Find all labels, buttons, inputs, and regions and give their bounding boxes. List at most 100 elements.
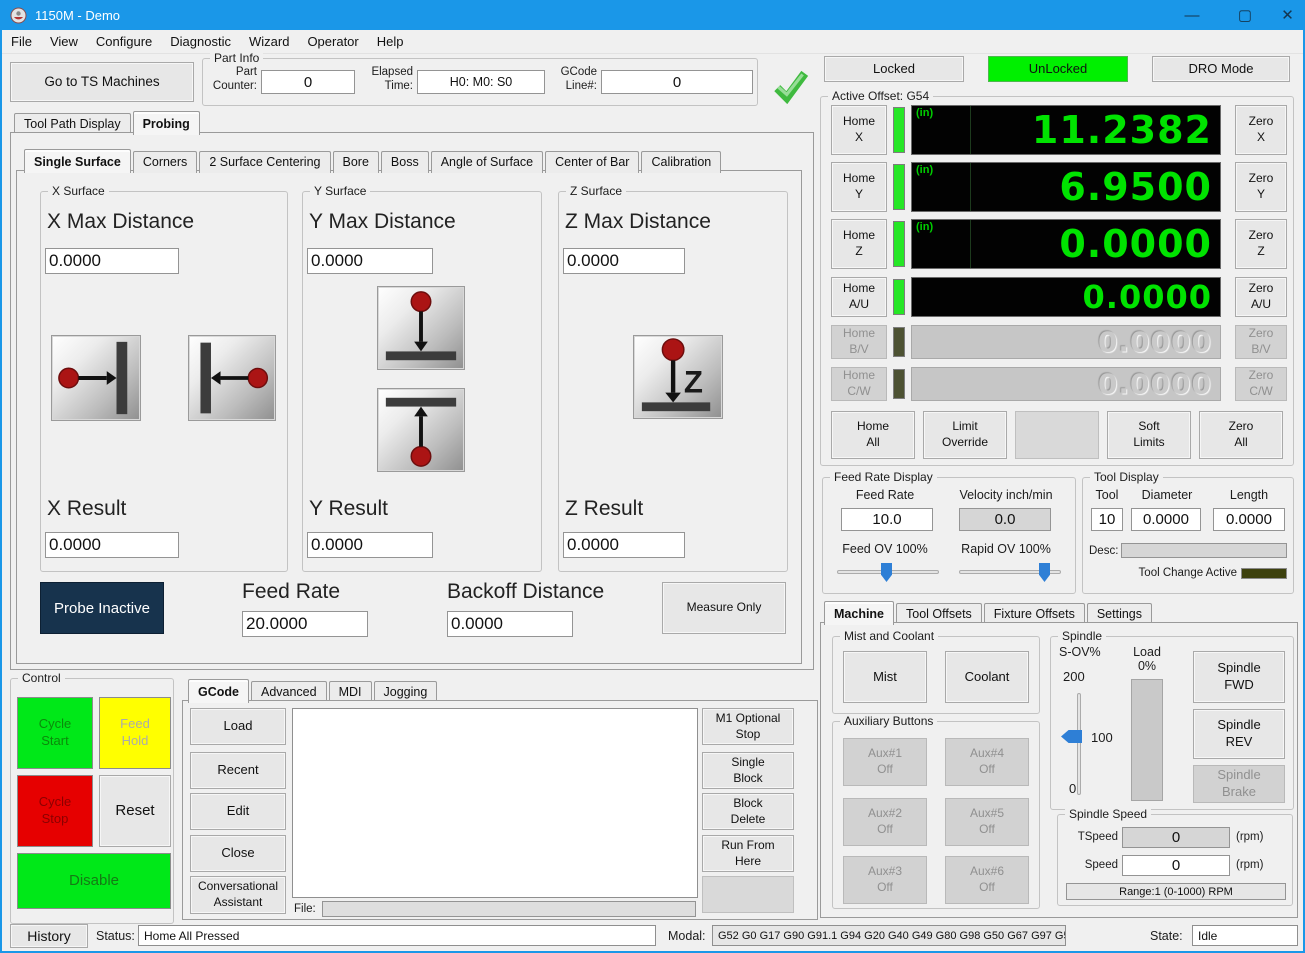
aux4-button[interactable]: Aux#4Off	[945, 738, 1029, 786]
home-au-button[interactable]: HomeA/U	[831, 277, 887, 317]
file-field	[322, 901, 696, 917]
zero-x-button[interactable]: ZeroX	[1235, 105, 1287, 155]
mist-button[interactable]: Mist	[843, 651, 927, 703]
aux6-button[interactable]: Aux#6Off	[945, 856, 1029, 904]
spindle-rev-button[interactable]: SpindleREV	[1193, 709, 1285, 759]
menu-diagnostic[interactable]: Diagnostic	[161, 31, 240, 52]
spindle-fwd-button[interactable]: SpindleFWD	[1193, 651, 1285, 703]
probing-tab-bore[interactable]: Bore	[333, 151, 379, 173]
disable-button[interactable]: Disable	[17, 853, 171, 909]
aux5-button[interactable]: Aux#5Off	[945, 798, 1029, 846]
feed-rate-field[interactable]: 10.0	[841, 508, 933, 531]
gcode-text-area[interactable]	[292, 708, 698, 898]
titlebar: 1150M - Demo — ▢ ✕	[2, 0, 1303, 30]
probe-z-minus-button[interactable]: Z	[633, 335, 723, 419]
feed-ov-slider-thumb[interactable]	[881, 563, 892, 582]
cycle-start-button[interactable]: CycleStart	[17, 697, 93, 769]
menu-configure[interactable]: Configure	[87, 31, 161, 52]
menu-help[interactable]: Help	[368, 31, 413, 52]
probing-tab-boss[interactable]: Boss	[381, 151, 429, 173]
probe-feed-rate-field[interactable]: 20.0000	[242, 611, 368, 637]
menu-file[interactable]: File	[2, 31, 41, 52]
x-result-label: X Result	[47, 497, 126, 521]
single-block-button[interactable]: SingleBlock	[702, 752, 794, 789]
zero-cw-button[interactable]: ZeroC/W	[1235, 367, 1287, 401]
reset-button[interactable]: Reset	[99, 775, 171, 847]
home-z-button[interactable]: HomeZ	[831, 219, 887, 269]
zero-z-button[interactable]: ZeroZ	[1235, 219, 1287, 269]
probing-tab-angle-of-surface[interactable]: Angle of Surface	[431, 151, 543, 173]
probing-tab-center-of-bar[interactable]: Center of Bar	[545, 151, 639, 173]
minimize-button[interactable]: —	[1170, 0, 1214, 30]
tab-machine[interactable]: Machine	[824, 601, 894, 625]
probing-tab-calibration[interactable]: Calibration	[641, 151, 721, 173]
probe-x-minus-button[interactable]	[188, 335, 276, 421]
block-delete-button[interactable]: BlockDelete	[702, 793, 794, 830]
home-x-button[interactable]: HomeX	[831, 105, 887, 155]
run-from-here-button[interactable]: Run FromHere	[702, 835, 794, 872]
home-all-button[interactable]: HomeAll	[831, 411, 915, 459]
speed-field[interactable]: 0	[1122, 855, 1230, 876]
aux3-button[interactable]: Aux#3Off	[843, 856, 927, 904]
zero-y-button[interactable]: ZeroY	[1235, 162, 1287, 212]
backoff-distance-label: Backoff Distance	[447, 580, 604, 604]
z-max-distance-field[interactable]: 0.0000	[563, 248, 685, 274]
aux1-button[interactable]: Aux#1Off	[843, 738, 927, 786]
probing-tab-2-surface-centering[interactable]: 2 Surface Centering	[199, 151, 330, 173]
close-button[interactable]: ✕	[1268, 0, 1305, 30]
home-cw-button[interactable]: HomeC/W	[831, 367, 887, 401]
sov-slider-track[interactable]	[1077, 693, 1081, 795]
zero-au-button[interactable]: ZeroA/U	[1235, 277, 1287, 317]
z-result-label: Z Result	[565, 497, 643, 521]
y-result-label: Y Result	[309, 497, 388, 521]
home-y-button[interactable]: HomeY	[831, 162, 887, 212]
m1-optional-stop-button[interactable]: M1 OptionalStop	[702, 708, 794, 745]
zero-all-button[interactable]: ZeroAll	[1199, 411, 1283, 459]
cycle-stop-button[interactable]: CycleStop	[17, 775, 93, 847]
history-button[interactable]: History	[10, 924, 88, 948]
home-bv-button[interactable]: HomeB/V	[831, 325, 887, 359]
zero-bv-button[interactable]: ZeroB/V	[1235, 325, 1287, 359]
rapid-ov-slider-thumb[interactable]	[1039, 563, 1050, 582]
probe-y-minus-button[interactable]	[377, 286, 465, 370]
probe-x-plus-button[interactable]	[51, 335, 141, 421]
unlocked-button[interactable]: UnLocked	[988, 56, 1128, 82]
tool-diameter-field: 0.0000	[1131, 508, 1201, 531]
coolant-button[interactable]: Coolant	[945, 651, 1029, 703]
dro-mode-button[interactable]: DRO Mode	[1152, 56, 1290, 82]
spindle-brake-button[interactable]: SpindleBrake	[1193, 765, 1285, 803]
close-gcode-button[interactable]: Close	[190, 835, 286, 872]
maximize-button[interactable]: ▢	[1223, 0, 1267, 30]
tab-gcode[interactable]: GCode	[188, 679, 249, 703]
tool-number-field[interactable]: 10	[1091, 508, 1123, 531]
tab-probing[interactable]: Probing	[133, 111, 200, 135]
backoff-distance-field[interactable]: 0.0000	[447, 611, 573, 637]
file-label: File:	[294, 903, 316, 915]
status-ok-checkmark-icon	[772, 66, 810, 104]
speed-label: Speed	[1066, 859, 1118, 871]
conversational-assistant-button[interactable]: ConversationalAssistant	[190, 876, 286, 914]
feed-hold-button[interactable]: FeedHold	[99, 697, 171, 769]
measure-only-button[interactable]: Measure Only	[662, 582, 786, 634]
probing-tab-corners[interactable]: Corners	[133, 151, 197, 173]
y-max-distance-field[interactable]: 0.0000	[307, 248, 433, 274]
probe-y-plus-icon	[378, 389, 464, 471]
limit-override-button[interactable]: LimitOverride	[923, 411, 1007, 459]
edit-button[interactable]: Edit	[190, 793, 286, 830]
menu-operator[interactable]: Operator	[298, 31, 367, 52]
load-button[interactable]: Load	[190, 708, 286, 745]
probing-tab-single-surface[interactable]: Single Surface	[24, 149, 131, 173]
au-homed-indicator	[893, 279, 905, 315]
tspeed-rpm-label: (rpm)	[1236, 831, 1263, 843]
recent-button[interactable]: Recent	[190, 752, 286, 789]
menu-view[interactable]: View	[41, 31, 87, 52]
sov-slider-thumb[interactable]	[1061, 730, 1082, 743]
goto-ts-machines-button[interactable]: Go to TS Machines	[10, 62, 194, 102]
locked-button[interactable]: Locked	[824, 56, 964, 82]
menubar: File View Configure Diagnostic Wizard Op…	[2, 30, 1303, 54]
probe-y-plus-button[interactable]	[377, 388, 465, 472]
x-max-distance-field[interactable]: 0.0000	[45, 248, 179, 274]
soft-limits-button[interactable]: SoftLimits	[1107, 411, 1191, 459]
aux2-button[interactable]: Aux#2Off	[843, 798, 927, 846]
menu-wizard[interactable]: Wizard	[240, 31, 298, 52]
